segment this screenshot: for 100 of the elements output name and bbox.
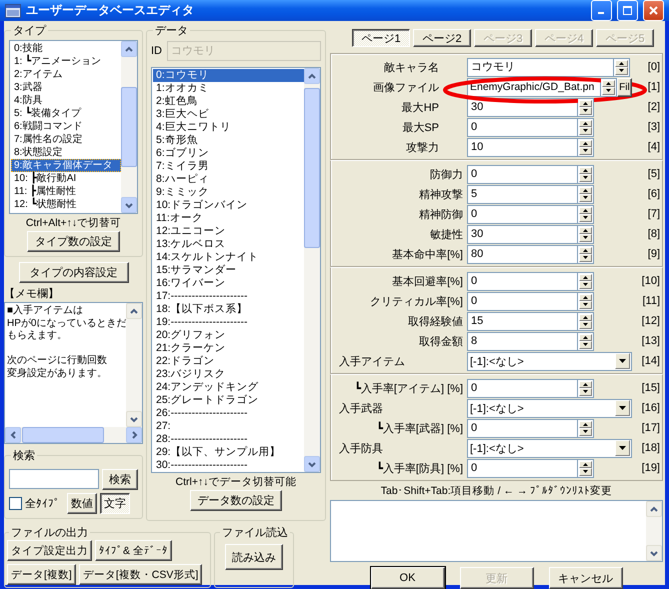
- spin-button[interactable]: [578, 98, 594, 116]
- list-item[interactable]: 25:グレートドラゴン: [153, 394, 304, 407]
- search-button[interactable]: 検索: [102, 469, 138, 490]
- mode-button[interactable]: 文字: [100, 493, 130, 514]
- list-item[interactable]: 23:バジリスク: [153, 368, 304, 381]
- input-field[interactable]: 5: [467, 184, 578, 204]
- dropdown[interactable]: [-1]:<なし>: [467, 398, 632, 418]
- list-item[interactable]: 24:アンデッドキング: [153, 381, 304, 394]
- spin-button[interactable]: [578, 224, 594, 244]
- list-item[interactable]: 10:ドラゴンバイン: [153, 199, 304, 212]
- spin-button[interactable]: [578, 292, 594, 310]
- input-field[interactable]: 0: [467, 204, 578, 224]
- spin-button[interactable]: [578, 184, 594, 204]
- spin-button[interactable]: [578, 312, 594, 330]
- list-item[interactable]: 21:クラーケン: [153, 342, 304, 355]
- maximize-button[interactable]: [617, 0, 638, 21]
- list-item[interactable]: 9:ミミック: [153, 186, 304, 199]
- input-field[interactable]: 0: [467, 458, 578, 478]
- spin-button[interactable]: [578, 418, 594, 438]
- list-item[interactable]: 19:----------------------: [153, 316, 304, 329]
- input-field[interactable]: 30: [467, 224, 578, 244]
- spin-button[interactable]: [614, 58, 630, 76]
- data-count-button[interactable]: データ数の設定: [190, 490, 282, 511]
- list-item[interactable]: 7:ミイラ男: [153, 160, 304, 173]
- scrollbar[interactable]: [126, 303, 142, 427]
- spin-button[interactable]: [578, 204, 594, 224]
- list-item[interactable]: 18:【以下ボス系】: [153, 303, 304, 316]
- list-item[interactable]: 11: ┣属性耐性: [11, 185, 121, 198]
- list-item[interactable]: 13:ケルベロス: [153, 238, 304, 251]
- list-item[interactable]: 22:ドラゴン: [153, 355, 304, 368]
- input-field[interactable]: 0: [467, 118, 578, 136]
- list-item[interactable]: 3:巨大ヘビ: [153, 108, 304, 121]
- input-field[interactable]: 0: [467, 418, 578, 438]
- search-field[interactable]: [9, 469, 99, 489]
- spin-button[interactable]: [578, 244, 594, 264]
- load-button[interactable]: 読み込み: [225, 544, 283, 570]
- type-count-button[interactable]: タイプ数の設定: [27, 231, 120, 252]
- dialog-button[interactable]: OK: [370, 567, 444, 589]
- spin-button[interactable]: [578, 118, 594, 136]
- list-item[interactable]: 8:ハーピィ: [153, 173, 304, 186]
- list-item[interactable]: 6:戦闘コマンド: [11, 120, 121, 133]
- scrollbar[interactable]: [121, 41, 137, 213]
- list-item[interactable]: 0:技能: [11, 42, 121, 55]
- spin-button[interactable]: [578, 272, 594, 290]
- scrollbar[interactable]: [646, 501, 662, 561]
- list-item[interactable]: 5: ┗装備タイプ: [11, 107, 121, 120]
- list-item[interactable]: 1:オオカミ: [153, 82, 304, 95]
- spin-button[interactable]: [601, 78, 618, 96]
- checkbox[interactable]: [9, 497, 22, 510]
- list-item[interactable]: 5:奇形魚: [153, 134, 304, 147]
- list-item[interactable]: 16:ワイバーン: [153, 277, 304, 290]
- export-button[interactable]: ﾀｲﾌﾟ& 全ﾃﾞｰﾀ: [95, 540, 172, 561]
- input-field[interactable]: 0: [467, 292, 578, 310]
- type-content-button[interactable]: タイプの内容設定: [18, 262, 128, 283]
- export-button[interactable]: データ[複数]: [7, 564, 76, 585]
- list-item[interactable]: 28:----------------------: [153, 433, 304, 446]
- list-item[interactable]: 6:ゴブリン: [153, 147, 304, 160]
- list-item[interactable]: 4:防具: [11, 94, 121, 107]
- dropdown[interactable]: [-1]:<なし>: [467, 352, 632, 370]
- list-item[interactable]: 4:巨大ニワトリ: [153, 121, 304, 134]
- list-item[interactable]: 12: ┗状態耐性: [11, 198, 121, 211]
- input-field[interactable]: 0: [467, 272, 578, 290]
- input-field[interactable]: 15: [467, 312, 578, 330]
- spin-button[interactable]: [578, 164, 594, 184]
- spin-button[interactable]: [578, 458, 594, 478]
- mode-button[interactable]: 数値: [67, 493, 97, 514]
- list-item[interactable]: 7:属性名の設定: [11, 133, 121, 146]
- dialog-button[interactable]: キャンセル: [548, 567, 622, 589]
- input-field[interactable]: 8: [467, 332, 578, 350]
- list-item[interactable]: 0:コウモリ: [153, 69, 304, 82]
- minimize-button[interactable]: [591, 0, 612, 21]
- list-item[interactable]: 17:----------------------: [153, 290, 304, 303]
- list-item[interactable]: 2:虹色鳥: [153, 95, 304, 108]
- page-tab[interactable]: ページ1: [352, 29, 410, 47]
- list-item[interactable]: 11:オーク: [153, 212, 304, 225]
- export-button[interactable]: データ[複数・CSV形式]: [78, 564, 202, 585]
- input-field[interactable]: 0: [467, 164, 578, 184]
- input-field[interactable]: コウモリ: [467, 58, 614, 76]
- file-button[interactable]: Fil: [617, 78, 632, 96]
- spin-button[interactable]: [578, 378, 594, 398]
- list-item[interactable]: 12:ユニコーン: [153, 225, 304, 238]
- page-tab[interactable]: ページ2: [413, 29, 471, 47]
- export-button[interactable]: タイプ設定出力: [7, 540, 92, 561]
- horizontal-scrollbar[interactable]: [5, 427, 142, 443]
- input-field[interactable]: 10: [467, 138, 578, 156]
- list-item[interactable]: 27:: [153, 420, 304, 433]
- input-field[interactable]: 0: [467, 378, 578, 398]
- spin-button[interactable]: [578, 138, 594, 156]
- list-item[interactable]: 14:スケルトンナイト: [153, 251, 304, 264]
- input-field[interactable]: 80: [467, 244, 578, 264]
- spin-button[interactable]: [578, 332, 594, 350]
- list-item[interactable]: 26:----------------------: [153, 407, 304, 420]
- list-item[interactable]: 9:敵キャラ個体データ: [11, 159, 121, 172]
- close-button[interactable]: [643, 0, 664, 21]
- list-item[interactable]: 20:グリフォン: [153, 329, 304, 342]
- memo-box[interactable]: ■入手アイテムは HPが0になっているときだ もらえます。 次のページに行動回数 変身設定があります。: [4, 302, 143, 444]
- list-item[interactable]: 8:状態設定: [11, 146, 121, 159]
- list-item[interactable]: 15:サラマンダー: [153, 264, 304, 277]
- scrollbar[interactable]: [304, 68, 320, 472]
- list-item[interactable]: 3:武器: [11, 81, 121, 94]
